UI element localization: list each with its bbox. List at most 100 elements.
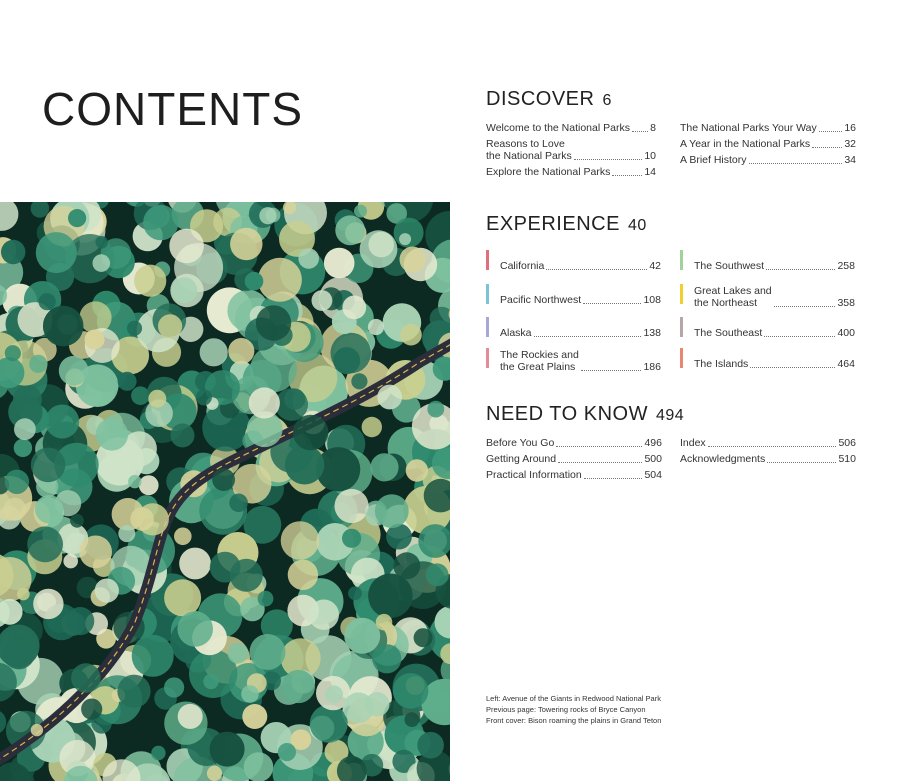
- region-title: The Southeast: [694, 327, 763, 339]
- region-color-bar: [680, 348, 683, 368]
- tree-crown: [368, 231, 395, 258]
- tree-crown: [281, 669, 315, 704]
- toc-entry[interactable]: Index 506: [680, 437, 856, 449]
- tree-crown: [248, 387, 280, 419]
- region-entry[interactable]: Great Lakes and the Northeast 358: [680, 284, 855, 309]
- region-color-bar: [486, 317, 489, 337]
- region-entry[interactable]: California 42: [486, 250, 661, 272]
- tree-crown: [405, 459, 429, 482]
- tree-crown: [66, 607, 95, 636]
- tree-crown: [117, 674, 151, 708]
- region-entry[interactable]: The Rockies and the Great Plains 186: [486, 348, 661, 373]
- tree-crown: [158, 314, 183, 339]
- region-entry[interactable]: The Southeast 400: [680, 317, 855, 339]
- tree-crown: [413, 628, 433, 648]
- toc-entry[interactable]: Welcome to the National Parks 8: [486, 122, 656, 134]
- section-heading-experience: EXPERIENCE 40: [486, 213, 647, 236]
- region-entry[interactable]: The Islands 464: [680, 348, 855, 370]
- tree-crown: [309, 704, 348, 743]
- tree-crown: [164, 579, 202, 617]
- tree-crown: [342, 295, 367, 320]
- section-heading-need-to-know: NEED TO KNOW 494: [486, 403, 684, 426]
- tree-crown: [171, 277, 198, 304]
- region-title: California: [500, 260, 545, 272]
- region-entry[interactable]: Alaska 138: [486, 317, 661, 339]
- tree-crown: [330, 332, 372, 374]
- region-page: 186: [643, 361, 661, 373]
- tree-crown: [343, 692, 374, 724]
- tree-crown: [241, 685, 259, 703]
- region-entry[interactable]: The Southwest 258: [680, 250, 855, 272]
- region-color-bar: [486, 250, 489, 270]
- tree-crown: [229, 493, 248, 513]
- region-entry[interactable]: Pacific Northwest 108: [486, 284, 661, 306]
- tree-crown: [164, 677, 185, 698]
- tree-crown: [243, 752, 274, 781]
- toc-entry[interactable]: Getting Around 500: [486, 453, 662, 465]
- tree-crown: [311, 290, 333, 311]
- tree-crown: [308, 599, 339, 630]
- tree-crown: [94, 578, 119, 603]
- tree-crown: [377, 384, 403, 410]
- tree-crown: [92, 254, 111, 272]
- toc-entry[interactable]: The National Parks Your Way 16: [680, 122, 856, 134]
- region-entry-text: The Southeast 400: [694, 327, 855, 339]
- tree-crown: [354, 204, 367, 218]
- section-title: EXPERIENCE: [486, 213, 620, 235]
- page-title: CONTENTS: [42, 83, 303, 135]
- tree-crown: [199, 338, 228, 367]
- tree-crown: [151, 745, 166, 761]
- section-title: NEED TO KNOW: [486, 403, 648, 425]
- toc-entry[interactable]: Before You Go 496: [486, 437, 662, 449]
- tree-crown: [170, 423, 195, 448]
- tree-crown: [399, 246, 426, 273]
- tree-crown: [244, 271, 264, 291]
- need-to-know-left-list: Before You Go 496 Getting Around 500 Pract…: [486, 437, 662, 481]
- tree-crown: [361, 416, 382, 438]
- tree-crown: [14, 418, 36, 441]
- region-title: Pacific Northwest: [500, 294, 582, 306]
- caption-line: Previous page: Towering rocks of Bryce C…: [486, 705, 646, 714]
- tree-crown: [169, 228, 204, 264]
- tree-crown: [179, 547, 212, 580]
- tree-crown: [209, 731, 245, 767]
- section-page: 494: [655, 407, 685, 424]
- tree-crown: [399, 233, 412, 246]
- tree-crown: [257, 590, 274, 607]
- toc-entry[interactable]: A Brief History 34: [680, 154, 856, 166]
- toc-entry[interactable]: A Year in the National Parks 32: [680, 138, 856, 150]
- discover-left-list: Welcome to the National Parks 8 Reasons t…: [486, 122, 656, 178]
- region-title: Great Lakes and the Northeast: [694, 285, 772, 309]
- tree-crown: [259, 207, 277, 225]
- tree-crown: [16, 587, 30, 601]
- region-title: The Southwest: [694, 260, 765, 272]
- tree-crown: [334, 488, 369, 524]
- region-title: The Rockies and the Great Plains: [500, 349, 579, 373]
- toc-entry[interactable]: Acknowledgments 510: [680, 453, 856, 465]
- tree-crown: [404, 712, 420, 727]
- tree-crown: [95, 418, 129, 451]
- tree-crown: [130, 507, 154, 531]
- tree-crown: [45, 404, 80, 439]
- region-page: 42: [649, 260, 661, 272]
- tree-crown: [42, 305, 84, 347]
- tree-crown: [4, 345, 21, 362]
- toc-entry[interactable]: Explore the National Parks 14: [486, 166, 656, 178]
- region-page: 400: [837, 327, 855, 339]
- tree-crown: [30, 723, 44, 737]
- tree-crown: [368, 573, 413, 619]
- tree-crown: [344, 617, 381, 654]
- tree-crown: [128, 474, 142, 489]
- tree-crown: [131, 634, 174, 677]
- tree-crown: [134, 264, 167, 297]
- tree-crown: [374, 494, 409, 528]
- tree-crown: [33, 588, 64, 620]
- region-color-bar: [486, 348, 489, 368]
- toc-entry[interactable]: Practical Information 504: [486, 469, 662, 481]
- discover-right-list: The National Parks Your Way 16 A Year in …: [680, 122, 856, 166]
- tree-crown: [351, 373, 368, 390]
- tree-crown: [393, 552, 421, 580]
- toc-entry[interactable]: Reasons to Love the National Parks 10: [486, 138, 656, 162]
- tree-crown: [13, 438, 33, 458]
- tree-crown: [174, 527, 192, 546]
